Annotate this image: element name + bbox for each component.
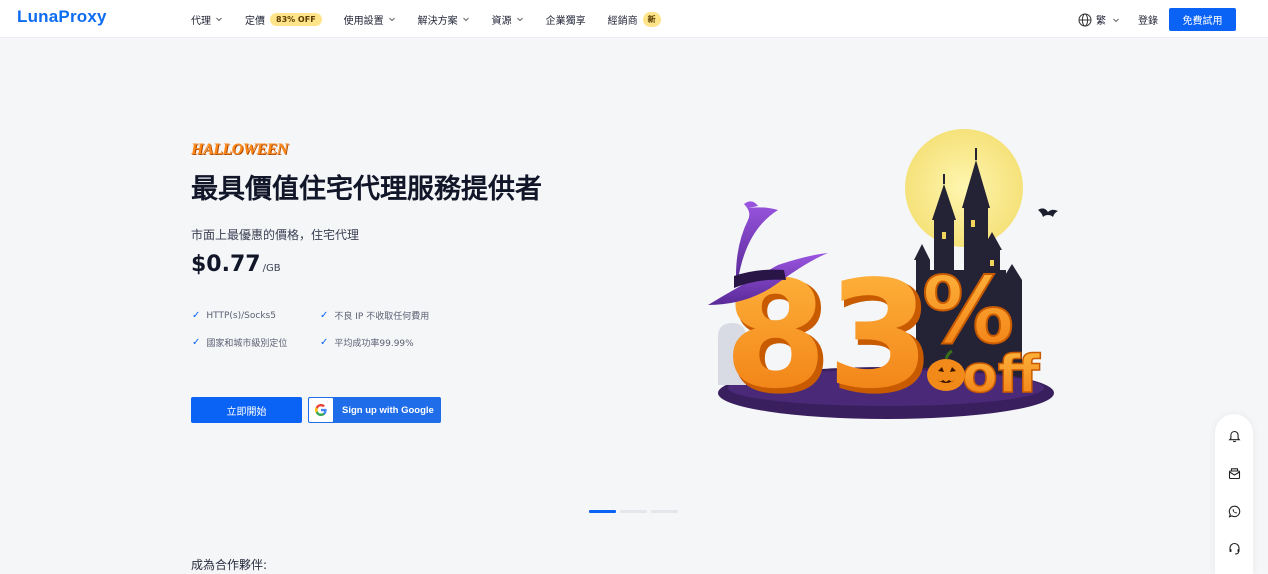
feature-item: ✓ HTTP(s)/Socks5 xyxy=(192,309,320,322)
bell-icon[interactable] xyxy=(1226,428,1242,444)
price-unit: /GB xyxy=(262,263,281,274)
feature-label: HTTP(s)/Socks5 xyxy=(206,310,276,321)
mail-icon[interactable] xyxy=(1226,465,1242,481)
check-icon: ✓ xyxy=(320,337,329,348)
feature-list: ✓ HTTP(s)/Socks5 ✓ 不良 IP 不收取任何費用 ✓ 國家和城市級別定… xyxy=(192,309,462,349)
check-icon: ✓ xyxy=(192,337,201,348)
nav-item-label: 資源 xyxy=(491,15,512,27)
promo-off: off xyxy=(962,345,1041,405)
new-badge: 新 xyxy=(642,11,661,27)
feature-item: ✓ 國家和城市級別定位 xyxy=(192,336,320,349)
halloween-promo-illustration: 83 83 % off xyxy=(708,129,1058,427)
main-menu: 代理 定價 83% OFF 使用設置 解決方案 資源 企業獨享 經銷商 新 xyxy=(191,0,683,38)
hero-title: 最具價值住宅代理服務提供者 xyxy=(191,174,542,205)
nav-item-setup[interactable]: 使用設置 xyxy=(344,12,396,27)
halloween-logo: HALLOWEEN xyxy=(191,141,288,158)
start-now-button[interactable]: 立即開始 xyxy=(191,397,302,423)
nav-item-label: 使用設置 xyxy=(343,15,384,27)
feature-item: ✓ 不良 IP 不收取任何費用 xyxy=(320,309,460,322)
google-button-label: Sign up with Google xyxy=(342,404,434,416)
floating-toolbar xyxy=(1215,414,1253,574)
login-link[interactable]: 登錄 xyxy=(1138,12,1158,27)
google-icon xyxy=(309,398,333,422)
chevron-down-icon xyxy=(516,17,523,22)
carousel-dot[interactable] xyxy=(620,510,647,513)
nav-actions: 繁 登錄 免費試用 xyxy=(1078,8,1236,31)
nav-item-resources[interactable]: 資源 xyxy=(492,12,524,27)
language-selector[interactable]: 繁 xyxy=(1078,12,1124,27)
feature-item: ✓ 平均成功率99.99% xyxy=(320,336,460,349)
partner-heading: 成為合作夥伴: xyxy=(191,558,268,572)
nav-item-label: 定價 xyxy=(245,15,265,27)
nav-item-label: 代理 xyxy=(191,15,211,27)
check-icon: ✓ xyxy=(192,310,201,321)
chevron-down-icon xyxy=(462,17,469,22)
nav-item-label: 企業獨享 xyxy=(545,15,586,27)
google-signup-button[interactable]: Sign up with Google xyxy=(308,397,441,423)
carousel-indicators xyxy=(589,510,682,513)
check-icon: ✓ xyxy=(320,310,329,321)
nav-item-pricing[interactable]: 定價 83% OFF xyxy=(245,12,322,27)
headset-icon[interactable] xyxy=(1226,540,1242,556)
free-trial-button[interactable]: 免費試用 xyxy=(1169,8,1236,31)
globe-icon xyxy=(1078,13,1092,26)
logo[interactable]: LunaProxy xyxy=(17,7,107,27)
nav-item-enterprise[interactable]: 企業獨享 xyxy=(546,12,586,27)
feature-label: 平均成功率99.99% xyxy=(334,339,414,349)
discount-badge: 83% OFF xyxy=(270,12,322,26)
carousel-dot[interactable] xyxy=(589,510,616,513)
nav-item-label: 解決方案 xyxy=(417,15,458,27)
nav-item-proxy[interactable]: 代理 xyxy=(191,12,223,27)
nav-item-label: 經銷商 xyxy=(607,15,638,27)
price-value: $0.77 xyxy=(191,252,261,277)
carousel-dot[interactable] xyxy=(651,510,678,513)
language-label: 繁 xyxy=(1096,16,1106,27)
nav-item-reseller[interactable]: 經銷商 新 xyxy=(607,11,661,27)
price-display: $0.77 /GB xyxy=(191,252,281,277)
hero-subtitle: 市面上最優惠的價格，住宅代理 xyxy=(191,228,360,242)
chevron-down-icon xyxy=(216,17,222,22)
feature-label: 不良 IP 不收取任何費用 xyxy=(334,312,430,322)
whatsapp-icon[interactable] xyxy=(1226,503,1242,519)
nav-item-solutions[interactable]: 解決方案 xyxy=(418,12,470,27)
feature-label: 國家和城市級別定位 xyxy=(206,339,288,349)
chevron-down-icon xyxy=(388,17,395,22)
bat xyxy=(1038,208,1058,217)
chevron-down-icon xyxy=(1113,18,1119,22)
top-navbar: LunaProxy 代理 定價 83% OFF 使用設置 解決方案 資源 企業獨… xyxy=(0,0,1268,38)
